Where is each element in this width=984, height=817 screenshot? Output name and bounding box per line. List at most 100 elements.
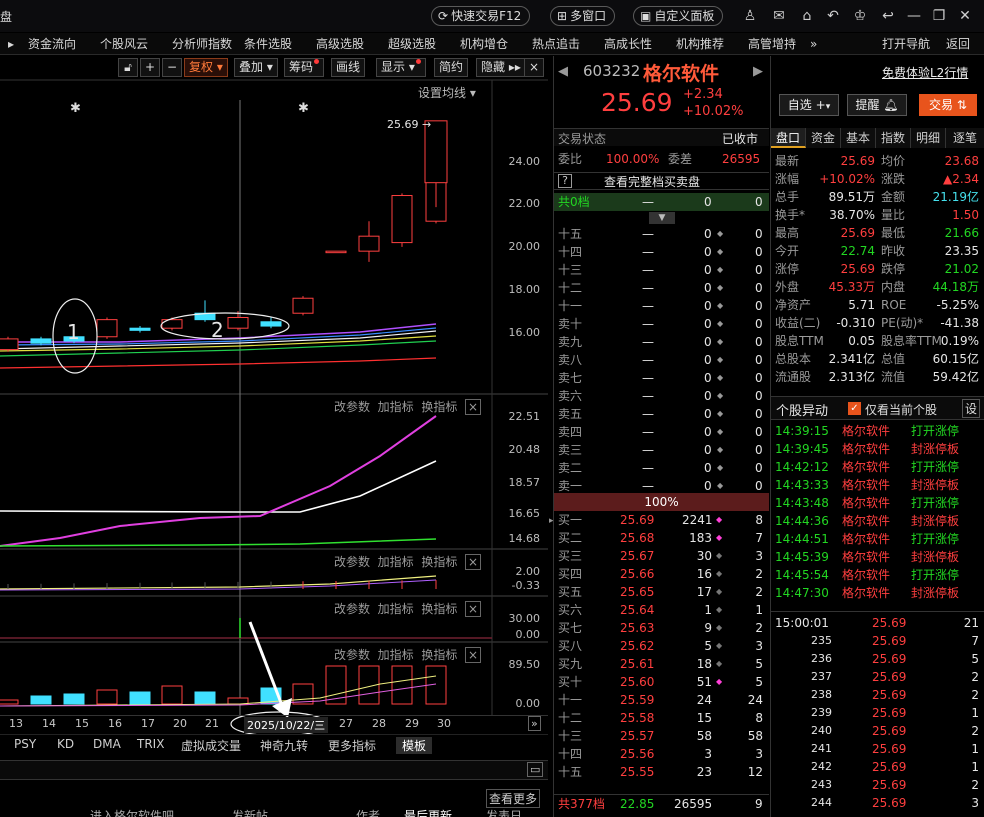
ask-row[interactable]: 卖四 — 0 ◆ 0 xyxy=(554,423,769,441)
menu-item-inst-add[interactable]: 机构增仓 xyxy=(460,36,508,52)
ask-row[interactable]: 十四 — 0 ◆ 0 xyxy=(554,243,769,261)
bid-row[interactable]: 十一 25.59 24 24 xyxy=(554,691,769,709)
close-panel-icon[interactable]: × xyxy=(464,601,482,617)
restore-panel-icon[interactable]: ▭ xyxy=(527,762,544,777)
bid-row[interactable]: 买一 25.69 2241 ◆ 8 xyxy=(554,511,769,529)
close-panel-icon[interactable]: × xyxy=(464,554,482,570)
trade-button[interactable]: 交易 ⇅ xyxy=(919,94,977,116)
menu-back[interactable]: 返回 xyxy=(946,36,970,52)
movement-row[interactable]: 14:43:48 格尔软件 打开涨停 xyxy=(771,494,984,512)
tab-pankou[interactable]: 盘口 xyxy=(771,128,806,148)
menu-item-fund-flow[interactable]: 资金流向 xyxy=(28,36,76,52)
swap-indicator-button[interactable]: 换指标 xyxy=(421,555,457,569)
multi-window-button[interactable]: ⊞ 多窗口 xyxy=(550,6,616,26)
menu-item-super-pick[interactable]: 超级选股 xyxy=(388,36,436,52)
mail-icon[interactable]: ✉ xyxy=(770,7,788,25)
bid-row[interactable]: 买七 25.63 9 ◆ 2 xyxy=(554,619,769,637)
movement-row[interactable]: 14:39:15 格尔软件 打开涨停 xyxy=(771,422,984,440)
add-indicator-button[interactable]: 加指标 xyxy=(378,400,414,414)
movement-row[interactable]: 14:44:36 格尔软件 封涨停板 xyxy=(771,512,984,530)
close-panel-icon[interactable]: × xyxy=(464,399,482,415)
bid-row[interactable]: 买三 25.67 30 ◆ 3 xyxy=(554,547,769,565)
close-panel-icon[interactable]: × xyxy=(464,647,482,663)
forum-updated-col[interactable]: 最后更新 xyxy=(404,807,452,817)
kline-chart-area[interactable]: 🔓︎ + − 复权 ▾ 叠加 ▾ 筹码 画线 显示 ▾ 简约 隐藏 ▸▸ × 设… xyxy=(0,56,548,736)
checkbox-icon[interactable]: ✓ xyxy=(848,402,861,415)
menu-item-advanced-pick[interactable]: 高级选股 xyxy=(316,36,364,52)
user-icon[interactable]: ♙ xyxy=(741,7,759,25)
scroll-right-icon[interactable]: » xyxy=(528,716,541,731)
menu-item-inst-recommend[interactable]: 机构推荐 xyxy=(676,36,724,52)
movement-row[interactable]: 14:42:12 格尔软件 打开涨停 xyxy=(771,458,984,476)
add-indicator-button[interactable]: 加指标 xyxy=(378,648,414,662)
swap-indicator-button[interactable]: 换指标 xyxy=(421,602,457,616)
menu-open-nav[interactable]: 打开导航 xyxy=(882,36,930,52)
menu-item-stock-news[interactable]: 个股风云 xyxy=(100,36,148,52)
bid-row[interactable]: 十二 25.58 15 8 xyxy=(554,709,769,727)
next-stock-icon[interactable]: ▶ xyxy=(753,64,763,79)
bid-row[interactable]: 买四 25.66 16 ◆ 2 xyxy=(554,565,769,583)
restore-icon[interactable]: ❐ xyxy=(930,7,948,25)
swap-indicator-button[interactable]: 换指标 xyxy=(421,648,457,662)
bid-row[interactable]: 十四 25.56 3 3 xyxy=(554,745,769,763)
tab-zhishu[interactable]: 指数 xyxy=(876,128,911,148)
bid-row[interactable]: 十五 25.55 23 12 xyxy=(554,763,769,781)
close-window-icon[interactable]: ✕ xyxy=(956,7,974,25)
menu-item-hot-track[interactable]: 热点追击 xyxy=(532,36,580,52)
change-params-button[interactable]: 改参数 xyxy=(334,555,370,569)
ask-row[interactable]: 卖七 — 0 ◆ 0 xyxy=(554,369,769,387)
tab-zhubi[interactable]: 逐笔 xyxy=(946,128,984,148)
movement-row[interactable]: 14:43:33 格尔软件 封涨停板 xyxy=(771,476,984,494)
add-indicator-button[interactable]: 加指标 xyxy=(378,555,414,569)
ask-row[interactable]: 卖五 — 0 ◆ 0 xyxy=(554,405,769,423)
bid-row[interactable]: 十三 25.57 58 58 xyxy=(554,727,769,745)
tab-more-indicators[interactable]: 更多指标 xyxy=(328,737,376,754)
change-params-button[interactable]: 改参数 xyxy=(334,648,370,662)
ask-row[interactable]: 卖八 — 0 ◆ 0 xyxy=(554,351,769,369)
bid-row[interactable]: 买五 25.65 17 ◆ 2 xyxy=(554,583,769,601)
forum-enter-link[interactable]: 进入格尔软件吧 xyxy=(90,807,174,817)
movement-row[interactable]: 14:45:54 格尔软件 打开涨停 xyxy=(771,566,984,584)
movement-row[interactable]: 14:44:51 格尔软件 打开涨停 xyxy=(771,530,984,548)
ask-row[interactable]: 卖十 — 0 ◆ 0 xyxy=(554,315,769,333)
collapse-icon[interactable]: ▼ xyxy=(649,212,675,224)
ask-row[interactable]: 十五 — 0 ◆ 0 xyxy=(554,225,769,243)
free-l2-link[interactable]: 免费体验L2行情 xyxy=(882,64,968,81)
tab-zijin[interactable]: 资金 xyxy=(806,128,841,148)
ask-row[interactable]: 卖六 — 0 ◆ 0 xyxy=(554,387,769,405)
bid-row[interactable]: 买八 25.62 5 ◆ 3 xyxy=(554,637,769,655)
menu-item-analyst-index[interactable]: 分析师指数 xyxy=(172,36,232,52)
movement-row[interactable]: 14:39:45 格尔软件 封涨停板 xyxy=(771,440,984,458)
menu-item-high-growth[interactable]: 高成长性 xyxy=(604,36,652,52)
ask-row[interactable]: 十三 — 0 ◆ 0 xyxy=(554,261,769,279)
home-icon[interactable]: ⌂ xyxy=(798,7,816,25)
menu-item-condition-pick[interactable]: 条件选股 xyxy=(244,36,292,52)
movement-row[interactable]: 14:47:30 格尔软件 封涨停板 xyxy=(771,584,984,602)
ask-row[interactable]: 卖九 — 0 ◆ 0 xyxy=(554,333,769,351)
back-icon[interactable]: ↩ xyxy=(879,7,897,25)
forum-new-post[interactable]: 发新帖 xyxy=(232,807,268,817)
shirt-icon[interactable]: ♔ xyxy=(851,7,869,25)
tab-dma[interactable]: DMA xyxy=(93,737,121,751)
quick-trade-button[interactable]: ⟳ 快速交易F12 xyxy=(431,6,531,26)
ask-row[interactable]: 卖三 — 0 ◆ 0 xyxy=(554,441,769,459)
tab-trix[interactable]: TRIX xyxy=(137,737,164,751)
change-params-button[interactable]: 改参数 xyxy=(334,400,370,414)
undo-icon[interactable]: ↶ xyxy=(824,7,842,25)
ask-row[interactable]: 十二 — 0 ◆ 0 xyxy=(554,279,769,297)
custom-panel-button[interactable]: ▣ 自定义面板 xyxy=(633,6,724,26)
bid-row[interactable]: 买六 25.64 1 ◆ 1 xyxy=(554,601,769,619)
tab-virtual-volume[interactable]: 虚拟成交量 xyxy=(181,737,241,754)
prev-stock-icon[interactable]: ◀ xyxy=(558,64,568,79)
menu-item-exec-add[interactable]: 高管增持 xyxy=(748,36,796,52)
change-params-button[interactable]: 改参数 xyxy=(334,602,370,616)
tab-template[interactable]: 模板 xyxy=(396,737,433,754)
alert-button[interactable]: 提醒 🔔︎ xyxy=(847,94,907,116)
bid-row[interactable]: 买九 25.61 18 ◆ 5 xyxy=(554,655,769,673)
bid-row[interactable]: 买十 25.60 51 ◆ 5 xyxy=(554,673,769,691)
see-full-book-button[interactable]: ? 查看完整档买卖盘 xyxy=(554,172,769,190)
ask-row[interactable]: 十一 — 0 ◆ 0 xyxy=(554,297,769,315)
tab-magic-nine[interactable]: 神奇九转 xyxy=(260,737,308,754)
movement-settings-button[interactable]: 设 xyxy=(962,399,981,418)
tab-jiben[interactable]: 基本 xyxy=(841,128,876,148)
